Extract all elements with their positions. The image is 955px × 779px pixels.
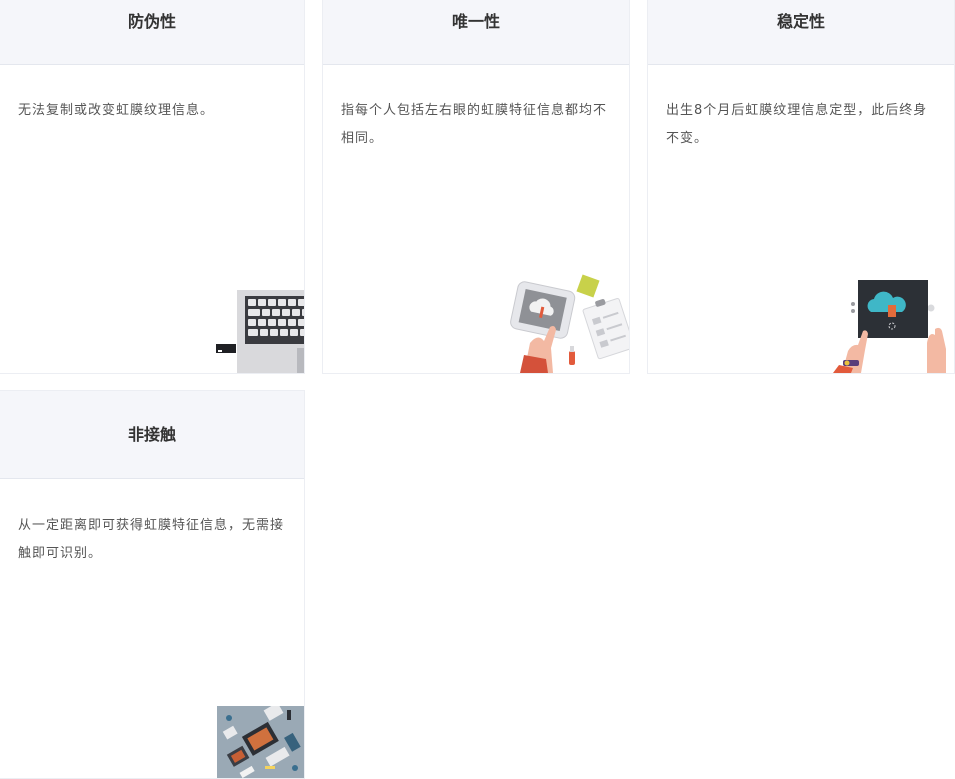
card-header: 唯一性 [323,0,629,65]
card-title: 防伪性 [127,12,176,31]
feature-card-uniqueness: 唯一性 指每个人包括左右眼的虹膜特征信息都均不相同。 [322,0,630,374]
card-description: 无法复制或改变虹膜纹理信息。 [18,103,215,118]
feature-card-contactless: 非接触 从一定距离即可获得虹膜特征信息，无需接触即可识别。 [0,390,305,779]
tablet-cloud-icon [510,274,629,373]
card-header: 防伪性 [0,0,304,65]
card-title: 唯一性 [451,12,500,31]
card-description: 从一定距离即可获得虹膜特征信息，无需接触即可识别。 [18,518,285,561]
isometric-devices-icon [217,706,304,778]
feature-card-anti-counterfeit: 防伪性 无法复制或改变虹膜纹理信息。 [0,0,305,374]
card-title: 非接触 [127,425,176,444]
card-header: 非接触 [0,391,304,479]
laptop-keyboard-icon [216,290,304,373]
card-title: 稳定性 [776,12,825,31]
card-description: 出生8个月后虹膜纹理信息定型，此后终身不变。 [666,103,928,146]
cloud-upload-tablet-icon [833,280,946,373]
card-header: 稳定性 [648,0,954,65]
card-description: 指每个人包括左右眼的虹膜特征信息都均不相同。 [341,103,608,146]
feature-card-stability: 稳定性 出生8个月后虹膜纹理信息定型，此后终身不变。 [647,0,955,374]
